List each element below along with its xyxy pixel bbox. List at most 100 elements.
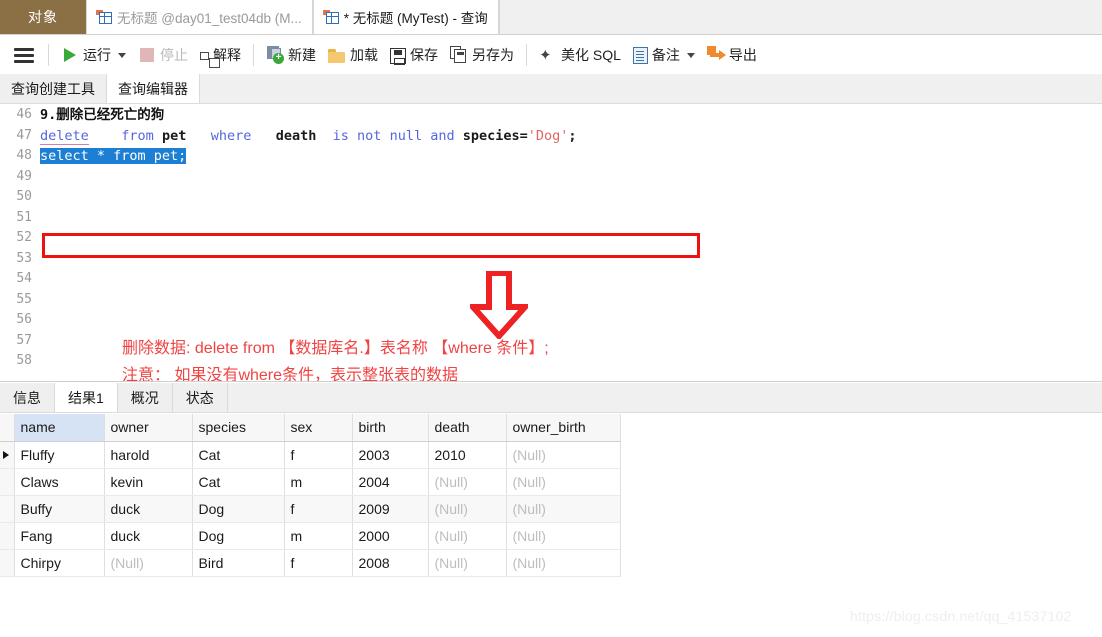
save-button[interactable]: 保存 <box>384 40 444 70</box>
sql-string-literal: 'Dog' <box>527 127 569 144</box>
tab-object-pane[interactable]: 对象 <box>0 0 86 34</box>
cell-sex[interactable]: f <box>284 495 353 523</box>
cell-name[interactable]: Fang <box>14 522 105 550</box>
cell-owner-birth[interactable]: (Null) <box>506 549 621 577</box>
tab-query-mytest[interactable]: * 无标题 (MyTest) - 查询 <box>312 0 499 34</box>
sql-semicolon: ; <box>568 127 577 144</box>
cell-species[interactable]: Dog <box>192 495 285 523</box>
cell-death[interactable]: (Null) <box>428 468 507 496</box>
cell-death[interactable]: (Null) <box>428 549 507 577</box>
cell-name[interactable]: Buffy <box>14 495 105 523</box>
cell-owner[interactable]: harold <box>104 441 193 469</box>
result-grid-panel[interactable]: name owner species sex birth death owner… <box>0 414 1102 637</box>
code-line-47: delete from pet where death is not null … <box>40 126 1102 147</box>
line-number: 51 <box>16 209 32 225</box>
tab-info[interactable]: 信息 <box>0 383 55 412</box>
table-row[interactable]: Claws kevin Cat m 2004 (Null) (Null) <box>0 468 621 496</box>
cell-birth[interactable]: 2009 <box>352 495 429 523</box>
explain-button[interactable]: 解释 <box>194 40 247 70</box>
new-query-icon: + <box>266 46 284 64</box>
cell-owner-birth[interactable]: (Null) <box>506 441 621 469</box>
cell-owner[interactable]: duck <box>104 522 193 550</box>
column-header-species[interactable]: species <box>192 414 285 442</box>
stop-icon <box>140 48 154 62</box>
column-header-name[interactable]: name <box>14 414 105 442</box>
window-tab-strip: 对象 无标题 @day01_test04db (M... * 无标题 (MyTe… <box>0 0 1102 35</box>
line-number: 57 <box>16 332 32 348</box>
cell-owner-birth[interactable]: (Null) <box>506 495 621 523</box>
note-icon <box>632 46 648 64</box>
tab-query-editor[interactable]: 查询编辑器 <box>107 74 200 103</box>
cell-owner[interactable]: (Null) <box>104 549 193 577</box>
cell-owner[interactable]: kevin <box>104 468 193 496</box>
cell-death[interactable]: 2010 <box>428 441 507 469</box>
row-marker <box>0 522 15 550</box>
cell-owner-birth[interactable]: (Null) <box>506 522 621 550</box>
code-comment: 9.删除已经死亡的狗 <box>40 107 165 123</box>
sql-column-death: death <box>275 127 317 144</box>
export-button[interactable]: 导出 <box>701 40 763 70</box>
hamburger-icon[interactable] <box>14 47 34 63</box>
chevron-down-icon[interactable] <box>118 52 126 58</box>
cell-sex[interactable]: m <box>284 522 353 550</box>
column-header-death[interactable]: death <box>428 414 507 442</box>
cell-birth[interactable]: 2008 <box>352 549 429 577</box>
cell-birth[interactable]: 2003 <box>352 441 429 469</box>
cell-species[interactable]: Dog <box>192 522 285 550</box>
tab-info-label: 信息 <box>13 389 41 406</box>
editor-tab-filler <box>200 74 1102 103</box>
column-header-sex[interactable]: sex <box>284 414 353 442</box>
cell-owner[interactable]: duck <box>104 495 193 523</box>
cell-species[interactable]: Cat <box>192 441 285 469</box>
sql-keyword-delete: delete <box>40 127 89 145</box>
tab-profile[interactable]: 概况 <box>117 383 173 412</box>
stop-button[interactable]: 停止 <box>132 40 194 70</box>
annotation-line-1: 删除数据: delete from 【数据库名.】表名称 【where 条件】; <box>122 340 549 357</box>
tab-result1[interactable]: 结果1 <box>55 383 118 412</box>
tab-query-day01[interactable]: 无标题 @day01_test04db (M... <box>86 0 313 34</box>
tab-status[interactable]: 状态 <box>172 383 228 412</box>
row-marker <box>0 468 15 496</box>
new-query-button[interactable]: + 新建 <box>260 40 322 70</box>
cell-species[interactable]: Cat <box>192 468 285 496</box>
result-table[interactable]: name owner species sex birth death owner… <box>0 414 621 577</box>
chevron-down-icon[interactable] <box>686 52 695 58</box>
cell-name[interactable]: Claws <box>14 468 105 496</box>
table-row[interactable]: Chirpy (Null) Bird f 2008 (Null) (Null) <box>0 549 621 577</box>
cell-sex[interactable]: m <box>284 468 353 496</box>
cell-sex[interactable]: f <box>284 549 353 577</box>
toolbar-divider <box>48 44 49 66</box>
cell-birth[interactable]: 2004 <box>352 468 429 496</box>
save-as-button[interactable]: 另存为 <box>444 40 520 70</box>
cell-name[interactable]: Chirpy <box>14 549 105 577</box>
load-button[interactable]: 加载 <box>322 40 384 70</box>
cell-owner-birth[interactable]: (Null) <box>506 468 621 496</box>
cell-birth[interactable]: 2000 <box>352 522 429 550</box>
column-header-owner-birth[interactable]: owner_birth <box>506 414 621 442</box>
cell-death[interactable]: (Null) <box>428 522 507 550</box>
beautify-sql-button[interactable]: ✦ 美化 SQL <box>533 40 627 70</box>
application-window: 对象 无标题 @day01_test04db (M... * 无标题 (MyTe… <box>0 0 1102 637</box>
column-header-birth[interactable]: birth <box>352 414 429 442</box>
tab-query-builder[interactable]: 查询创建工具 <box>0 74 107 103</box>
result-tab-bar: 信息 结果1 概况 状态 <box>0 383 1102 413</box>
table-row[interactable]: Fang duck Dog m 2000 (Null) (Null) <box>0 522 621 550</box>
row-marker-header <box>0 414 15 442</box>
table-row[interactable]: Buffy duck Dog f 2009 (Null) (Null) <box>0 495 621 523</box>
cell-sex[interactable]: f <box>284 441 353 469</box>
sql-code-editor[interactable]: 46 47 48 49 50 51 52 53 54 55 56 57 58 9… <box>0 105 1102 382</box>
cell-death[interactable]: (Null) <box>428 495 507 523</box>
table-row[interactable]: Fluffy harold Cat f 2003 2010 (Null) <box>0 441 621 469</box>
column-header-owner[interactable]: owner <box>104 414 193 442</box>
run-button[interactable]: 运行 <box>55 40 132 70</box>
note-button[interactable]: 备注 <box>627 40 701 70</box>
cell-name[interactable]: Fluffy <box>14 441 105 469</box>
save-as-icon <box>450 46 468 64</box>
cell-species[interactable]: Bird <box>192 549 285 577</box>
explain-icon <box>200 51 220 68</box>
